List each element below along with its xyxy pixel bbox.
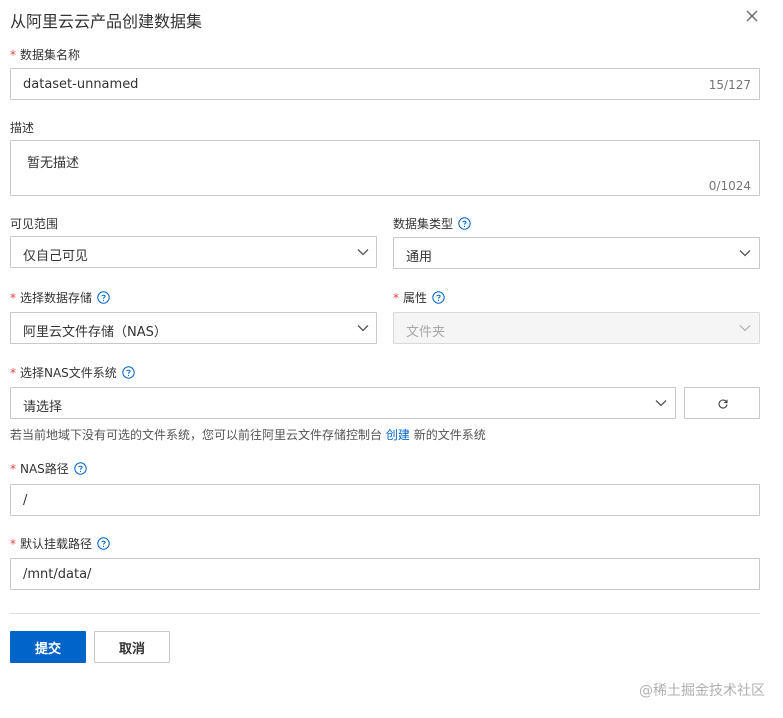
description-placeholder: 暂无描述: [27, 156, 80, 171]
nas-path-label-text: NAS路径: [20, 462, 69, 476]
refresh-icon: [718, 399, 728, 409]
question-circle-icon[interactable]: [432, 291, 445, 304]
required-mark: *: [10, 365, 16, 380]
chevron-down-icon: [739, 250, 751, 257]
submit-button[interactable]: 提交: [10, 631, 86, 663]
nas-filesystem-placeholder: 请选择: [23, 400, 63, 415]
attribute-label: * 属性: [393, 289, 445, 306]
storage-label-text: 选择数据存储: [20, 291, 93, 305]
required-mark: *: [10, 536, 16, 551]
refresh-button[interactable]: [684, 387, 760, 419]
nas-hint: 若当前地域下没有可选的文件系统，您可以前往阿里云文件存储控制台 创建 新的文件系…: [10, 426, 486, 443]
description-label: 描述: [10, 119, 34, 136]
cancel-button[interactable]: 取消: [94, 631, 170, 663]
visibility-value: 仅自己可见: [23, 249, 89, 264]
attribute-label-text: 属性: [403, 291, 428, 305]
divider: [10, 613, 760, 614]
required-mark: *: [10, 290, 16, 305]
mount-path-label-text: 默认挂载路径: [20, 537, 93, 551]
dataset-name-value: dataset-unnamed: [23, 77, 139, 92]
nas-path-input[interactable]: /: [10, 484, 760, 516]
storage-select[interactable]: 阿里云文件存储（NAS）: [10, 312, 377, 344]
attribute-select: 文件夹: [393, 312, 760, 344]
description-textarea[interactable]: 暂无描述 0/1024: [10, 140, 760, 196]
visibility-label-text: 可见范围: [10, 217, 59, 231]
description-counter: 0/1024: [708, 179, 751, 193]
nas-filesystem-select[interactable]: 请选择: [10, 387, 676, 419]
dialog-title: 从阿里云云产品创建数据集: [10, 12, 203, 31]
dataset-name-counter: 15/127: [708, 78, 751, 92]
chevron-down-icon: [357, 325, 369, 332]
question-circle-icon[interactable]: [122, 366, 135, 379]
type-label: 数据集类型: [393, 215, 471, 232]
nas-path-label: * NAS路径: [10, 460, 87, 477]
create-filesystem-link[interactable]: 创建: [386, 428, 410, 442]
mount-path-label: * 默认挂载路径: [10, 535, 110, 552]
nas-hint-text: 若当前地域下没有可选的文件系统，您可以前往阿里云文件存储控制台: [10, 428, 383, 442]
dataset-type-value: 通用: [406, 250, 433, 265]
watermark: @稀土掘金技术社区: [639, 683, 765, 699]
chevron-down-icon: [655, 400, 667, 407]
close-icon[interactable]: [744, 8, 760, 24]
required-mark: *: [393, 290, 399, 305]
nas-fs-label-text: 选择NAS文件系统: [20, 366, 117, 380]
required-mark: *: [10, 47, 16, 62]
question-circle-icon[interactable]: [97, 291, 110, 304]
visibility-select[interactable]: 仅自己可见: [10, 236, 377, 268]
name-label-text: 数据集名称: [20, 48, 81, 62]
mount-path-input[interactable]: /mnt/data/: [10, 558, 760, 590]
attribute-value: 文件夹: [406, 325, 446, 340]
chevron-down-icon: [739, 325, 751, 332]
question-circle-icon[interactable]: [97, 537, 110, 550]
description-label-text: 描述: [10, 121, 35, 135]
nas-path-value: /: [23, 493, 28, 508]
visibility-label: 可见范围: [10, 215, 58, 232]
chevron-down-icon: [357, 249, 369, 256]
storage-label: * 选择数据存储: [10, 289, 110, 306]
storage-value: 阿里云文件存储（NAS）: [23, 325, 167, 340]
mount-path-value: /mnt/data/: [23, 567, 92, 582]
question-circle-icon[interactable]: [74, 462, 87, 475]
name-label: * 数据集名称: [10, 46, 80, 63]
nas-fs-label: * 选择NAS文件系统: [10, 364, 135, 381]
dataset-name-input[interactable]: dataset-unnamed 15/127: [10, 68, 760, 100]
required-mark: *: [10, 461, 16, 476]
dataset-type-select[interactable]: 通用: [393, 237, 760, 269]
type-label-text: 数据集类型: [393, 217, 454, 231]
question-circle-icon[interactable]: [458, 217, 471, 230]
nas-hint-suffix: 新的文件系统: [413, 428, 486, 442]
